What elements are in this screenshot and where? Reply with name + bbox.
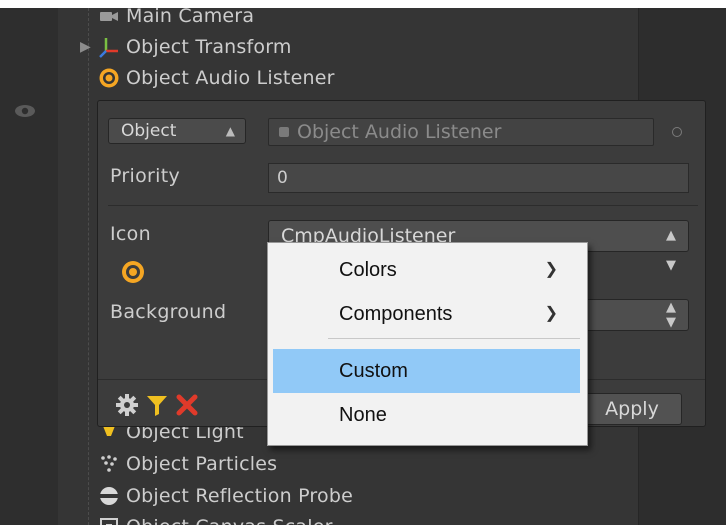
menu-item-custom[interactable]: Custom: [273, 349, 580, 393]
tree-item-label: Object Canvas Scaler: [126, 516, 333, 525]
icon-context-menu: Colors ❯ Components ❯ Custom None: [267, 242, 588, 446]
tree-item-object-canvas-scaler[interactable]: Object Canvas Scaler: [80, 513, 333, 525]
select-arrows-icon: ▲ ▼: [666, 228, 676, 273]
menu-item-components[interactable]: Components ❯: [273, 292, 580, 336]
select-arrows-icon: ▲ ▼: [666, 300, 676, 330]
audio-listener-icon: [122, 261, 144, 283]
icon-label: Icon: [110, 223, 151, 245]
tree-item-label: Main Camera: [126, 8, 255, 27]
object-name-field[interactable]: Object Audio Listener: [268, 118, 654, 146]
menu-item-colors[interactable]: Colors ❯: [273, 248, 580, 292]
tree-item-label: Object Particles: [126, 453, 278, 475]
tree-item-object-audio-listener[interactable]: Object Audio Listener: [80, 64, 335, 92]
eye-icon[interactable]: [14, 104, 36, 118]
menu-item-label: Components: [339, 303, 453, 325]
tree-item-object-transform[interactable]: ▶ Object Transform: [80, 33, 292, 61]
gear-icon[interactable]: [114, 392, 140, 418]
apply-button[interactable]: Apply: [582, 393, 682, 425]
priority-value: 0: [277, 168, 288, 188]
tree-item-label: Object Audio Listener: [126, 67, 335, 89]
canvas-scaler-icon: [96, 516, 122, 525]
tree-item-label: Object Transform: [126, 36, 292, 58]
object-name-value: Object Audio Listener: [297, 121, 502, 143]
particles-icon: [96, 453, 122, 475]
background-select[interactable]: ▲ ▼: [578, 299, 689, 331]
chevron-right-icon: ❯: [544, 261, 558, 278]
menu-item-label: None: [339, 404, 387, 426]
audio-listener-icon: [96, 67, 122, 89]
tree-item-object-reflection-probe[interactable]: Object Reflection Probe: [80, 482, 353, 510]
background-label: Background: [110, 301, 227, 323]
menu-item-label: Colors: [339, 259, 397, 281]
tree-item-object-particles[interactable]: Object Particles: [80, 450, 277, 478]
priority-label: Priority: [110, 165, 181, 187]
menu-separator: [328, 338, 580, 339]
menu-item-none[interactable]: None: [273, 393, 580, 437]
transform-axes-icon: [96, 36, 122, 58]
reflection-probe-icon: [96, 485, 122, 507]
chevron-right-icon: ❯: [544, 305, 558, 322]
tree-item-label: Object Reflection Probe: [126, 485, 353, 507]
filter-icon[interactable]: [144, 392, 170, 418]
tree-item-main-camera[interactable]: Main Camera: [80, 8, 254, 30]
divider: [108, 205, 698, 206]
foldout-arrow-icon[interactable]: ▶: [80, 39, 94, 55]
type-select[interactable]: Object ▲: [108, 118, 246, 144]
select-arrows-icon: ▲: [225, 124, 235, 138]
priority-field[interactable]: 0: [268, 163, 689, 193]
camera-icon: [96, 8, 122, 27]
left-gutter: [0, 8, 58, 525]
type-select-value: Object: [121, 121, 177, 141]
delete-icon[interactable]: [174, 392, 200, 418]
menu-item-label: Custom: [339, 360, 408, 382]
gameobject-icon: [279, 127, 289, 137]
object-picker-icon[interactable]: [672, 127, 682, 137]
